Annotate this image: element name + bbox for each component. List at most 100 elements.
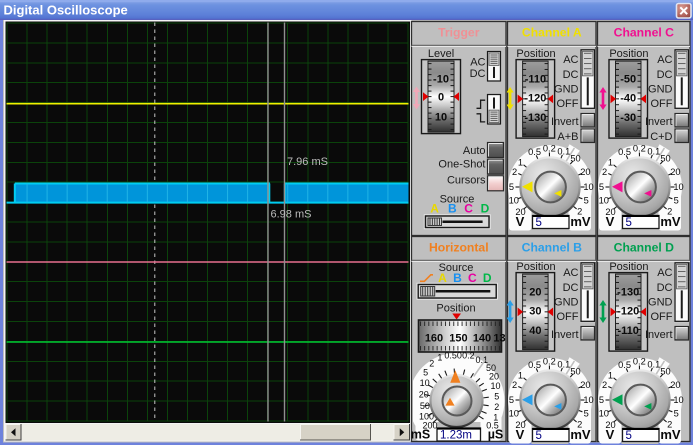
svg-text:Position: Position — [609, 48, 648, 60]
svg-text:1: 1 — [437, 353, 442, 363]
svg-text:V: V — [516, 427, 525, 442]
svg-text:40: 40 — [529, 325, 541, 337]
svg-text:Position: Position — [436, 303, 475, 315]
svg-text:-40: -40 — [620, 92, 636, 104]
svg-text:Horizontal: Horizontal — [429, 241, 489, 255]
svg-text:0.5: 0.5 — [618, 360, 631, 370]
svg-text:1: 1 — [518, 158, 523, 168]
svg-text:20: 20 — [419, 390, 429, 400]
svg-text:AC: AC — [657, 54, 672, 66]
svg-text:DC: DC — [657, 282, 673, 294]
svg-text:C: C — [464, 202, 473, 216]
svg-text:10: 10 — [509, 408, 519, 418]
svg-text:-110: -110 — [525, 73, 546, 85]
svg-text:µS: µS — [488, 428, 504, 442]
svg-text:V: V — [606, 427, 615, 442]
svg-text:10: 10 — [420, 378, 430, 388]
svg-text:-110: -110 — [617, 325, 638, 337]
svg-text:C+D: C+D — [650, 131, 672, 143]
svg-text:5: 5 — [536, 217, 542, 229]
svg-text:OFF: OFF — [557, 311, 579, 323]
svg-text:20: 20 — [670, 167, 680, 177]
svg-text:A: A — [430, 202, 439, 216]
svg-text:Position: Position — [516, 48, 555, 60]
svg-text:5: 5 — [509, 182, 514, 192]
svg-text:1: 1 — [518, 371, 523, 381]
svg-text:-130: -130 — [617, 286, 639, 298]
svg-text:Channel C: Channel C — [614, 26, 674, 40]
svg-text:2: 2 — [602, 167, 607, 177]
svg-text:DC: DC — [563, 282, 579, 294]
svg-text:Invert: Invert — [551, 329, 579, 341]
svg-text:5: 5 — [626, 430, 632, 442]
svg-text:10: 10 — [583, 395, 593, 405]
svg-text:5: 5 — [584, 408, 589, 418]
svg-text:0.1: 0.1 — [557, 146, 570, 156]
svg-text:Level: Level — [428, 48, 454, 60]
svg-text:2: 2 — [494, 402, 499, 412]
svg-text:2: 2 — [429, 358, 434, 368]
svg-text:5: 5 — [599, 395, 604, 405]
svg-text:5: 5 — [584, 195, 589, 205]
svg-text:-50: -50 — [620, 73, 636, 85]
svg-text:Position: Position — [609, 261, 648, 273]
svg-text:-120: -120 — [617, 305, 639, 317]
svg-text:6.98 mS: 6.98 mS — [271, 209, 312, 221]
svg-text:20: 20 — [580, 380, 590, 390]
svg-text:-120: -120 — [524, 92, 546, 104]
svg-text:5: 5 — [674, 195, 679, 205]
svg-text:1.23m: 1.23m — [440, 430, 472, 442]
svg-text:2: 2 — [512, 380, 517, 390]
svg-text:1: 1 — [608, 371, 613, 381]
svg-text:V: V — [606, 214, 615, 229]
svg-text:5: 5 — [626, 217, 632, 229]
svg-text:50: 50 — [420, 401, 430, 411]
svg-text:0.1: 0.1 — [647, 359, 660, 369]
svg-text:160: 160 — [425, 333, 443, 345]
svg-text:50: 50 — [570, 366, 580, 376]
svg-text:140: 140 — [473, 333, 491, 345]
svg-text:mV: mV — [660, 214, 681, 229]
svg-text:OFF: OFF — [651, 98, 673, 110]
svg-text:10: 10 — [490, 381, 500, 391]
svg-text:0.5: 0.5 — [618, 147, 631, 157]
svg-text:AC: AC — [563, 267, 578, 279]
svg-text:1: 1 — [608, 158, 613, 168]
svg-text:2: 2 — [512, 167, 517, 177]
svg-text:-10: -10 — [433, 73, 449, 85]
svg-text:AC: AC — [470, 56, 485, 68]
svg-text:Invert: Invert — [645, 116, 673, 128]
svg-text:20: 20 — [529, 286, 541, 298]
svg-text:0.5: 0.5 — [528, 360, 541, 370]
svg-text:Channel A: Channel A — [522, 26, 582, 40]
svg-text:A+B: A+B — [557, 131, 578, 143]
svg-text:150: 150 — [449, 333, 467, 345]
svg-text:mV: mV — [570, 214, 591, 229]
svg-text:0.2: 0.2 — [633, 144, 646, 154]
svg-text:100: 100 — [419, 412, 434, 422]
svg-text:10: 10 — [673, 182, 683, 192]
svg-text:V: V — [516, 214, 525, 229]
svg-text:13: 13 — [493, 333, 505, 345]
svg-text:0.2: 0.2 — [543, 357, 556, 367]
svg-text:10: 10 — [599, 195, 609, 205]
svg-text:0.2: 0.2 — [462, 351, 475, 361]
svg-text:7.96 mS: 7.96 mS — [287, 156, 328, 168]
svg-text:-30: -30 — [620, 112, 636, 124]
svg-text:One-Shot: One-Shot — [438, 159, 485, 171]
svg-text:0.5: 0.5 — [528, 147, 541, 157]
svg-text:Invert: Invert — [645, 329, 673, 341]
svg-text:5: 5 — [599, 182, 604, 192]
svg-text:5: 5 — [423, 367, 428, 377]
svg-text:0.1: 0.1 — [557, 359, 570, 369]
svg-text:AC: AC — [657, 267, 672, 279]
svg-text:5: 5 — [536, 430, 542, 442]
svg-text:GND: GND — [648, 83, 673, 95]
svg-text:0.2: 0.2 — [543, 144, 556, 154]
svg-text:DC: DC — [563, 69, 579, 81]
svg-text:0: 0 — [438, 92, 444, 104]
svg-text:10: 10 — [599, 408, 609, 418]
svg-text:Position: Position — [516, 261, 555, 273]
svg-text:AC: AC — [563, 54, 578, 66]
svg-text:10: 10 — [509, 195, 519, 205]
